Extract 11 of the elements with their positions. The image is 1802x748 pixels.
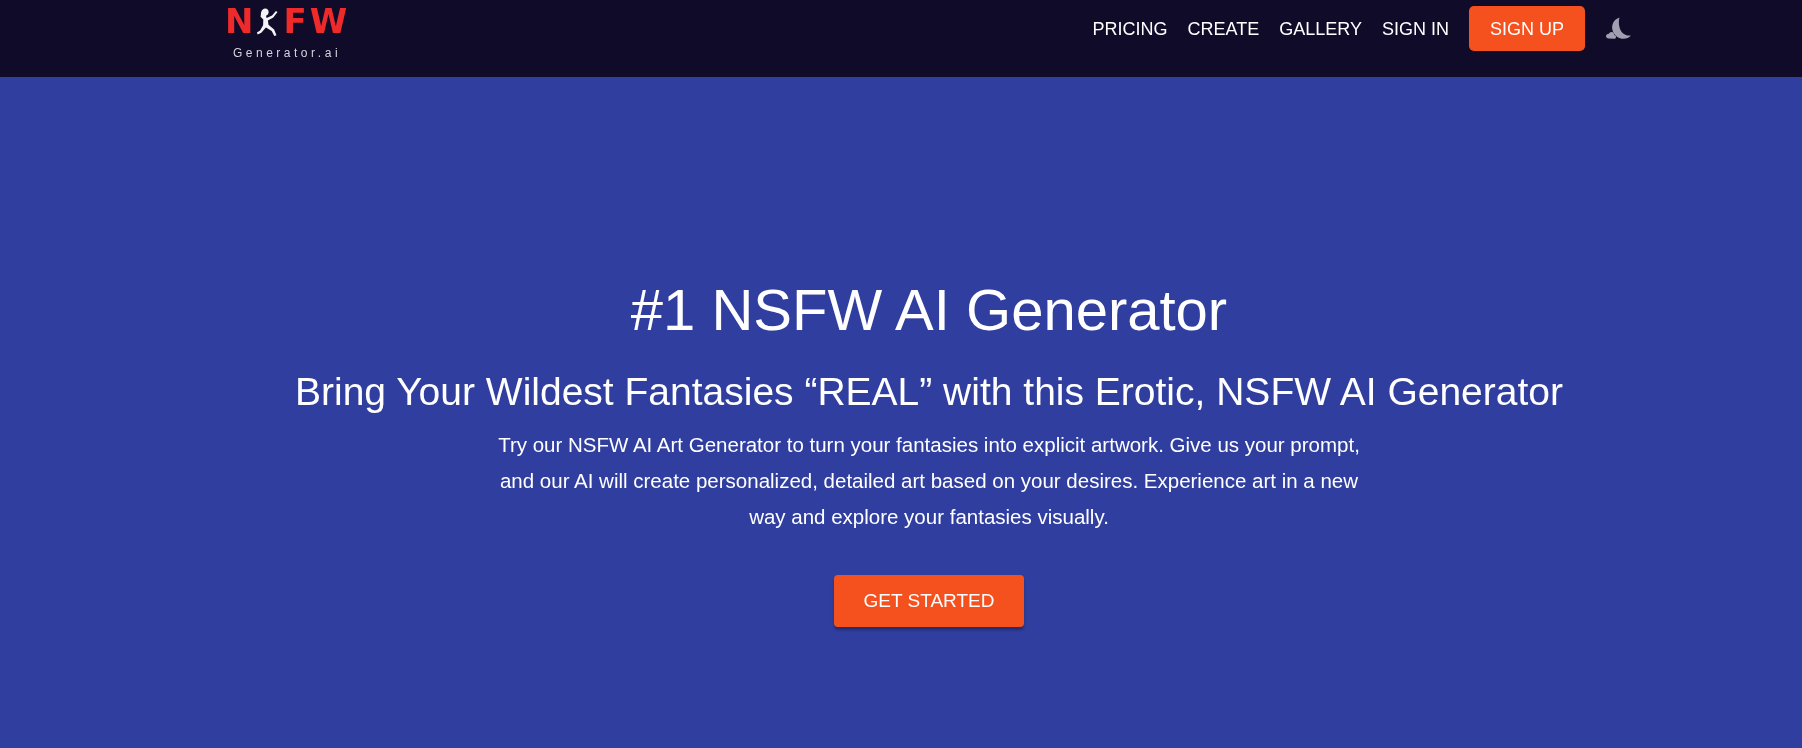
nav-link[interactable]: PRICING bbox=[1092, 13, 1168, 44]
nav-link[interactable]: GALLERY bbox=[1279, 13, 1362, 44]
moon-icon[interactable] bbox=[1606, 15, 1631, 42]
nav-link[interactable]: SIGN IN bbox=[1382, 13, 1449, 44]
logo-text[interactable]: N bbox=[225, 6, 254, 36]
logo-subtitle[interactable]: Generator.ai bbox=[233, 47, 342, 59]
logo-text[interactable]: FW bbox=[283, 6, 351, 36]
hero-subtitle: Bring Your Wildest Fantasies “REAL” with this Erotic, NSFW AI Generator bbox=[295, 370, 1563, 413]
hero-title: #1 NSFW AI Generator bbox=[630, 276, 1228, 344]
nav-link[interactable]: CREATE bbox=[1187, 13, 1260, 44]
hero-description: Try our NSFW AI Art Generator to turn your fantasies into explicit artwork. Give us your prompt, and our AI will create personalized, detailed art based on your desires. Experience art in a new way and explore your fantasies visually. bbox=[497, 432, 1361, 530]
